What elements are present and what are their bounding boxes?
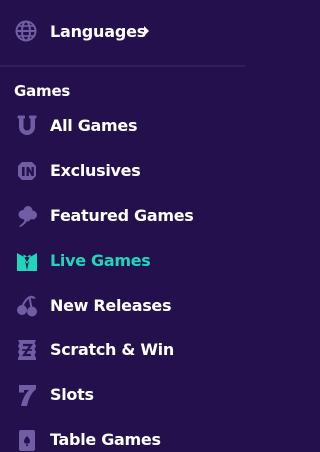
nav-label: All Games [50,116,138,135]
nav-label: Scratch & Win [50,340,174,359]
languages-menu-item[interactable]: Languages [0,0,245,64]
nav-item-new-releases[interactable]: New Releases [0,284,245,328]
exclusive-badge-icon [15,159,39,183]
nav-item-exclusives[interactable]: Exclusives [0,149,245,193]
nav-item-table-games[interactable]: Table Games [0,418,245,452]
clover-icon [15,204,39,228]
divider [0,65,245,67]
playing-card-icon [15,428,39,452]
cherries-icon [15,294,39,318]
nav-label: Slots [50,385,94,404]
nav-item-scratch-and-win[interactable]: Scratch & Win [0,328,245,372]
nav-item-slots[interactable]: Slots [0,373,245,417]
chevron-right-icon [144,26,149,36]
scratch-card-icon [15,338,39,362]
nav-label: New Releases [50,296,172,315]
nav-item-live-games[interactable]: Live Games [0,239,245,283]
nav-item-featured-games[interactable]: Featured Games [0,194,245,238]
nav-item-all-games[interactable]: All Games [0,104,245,148]
nav-label: Table Games [50,430,161,449]
nav-label: Exclusives [50,161,141,180]
horseshoe-icon [15,114,39,138]
globe-icon [15,20,37,42]
seven-icon [15,383,39,407]
live-dealer-icon [15,249,39,273]
nav-label: Live Games [50,251,151,270]
languages-label: Languages [50,22,147,41]
nav-label: Featured Games [50,206,194,225]
section-title-games: Games [14,82,71,100]
